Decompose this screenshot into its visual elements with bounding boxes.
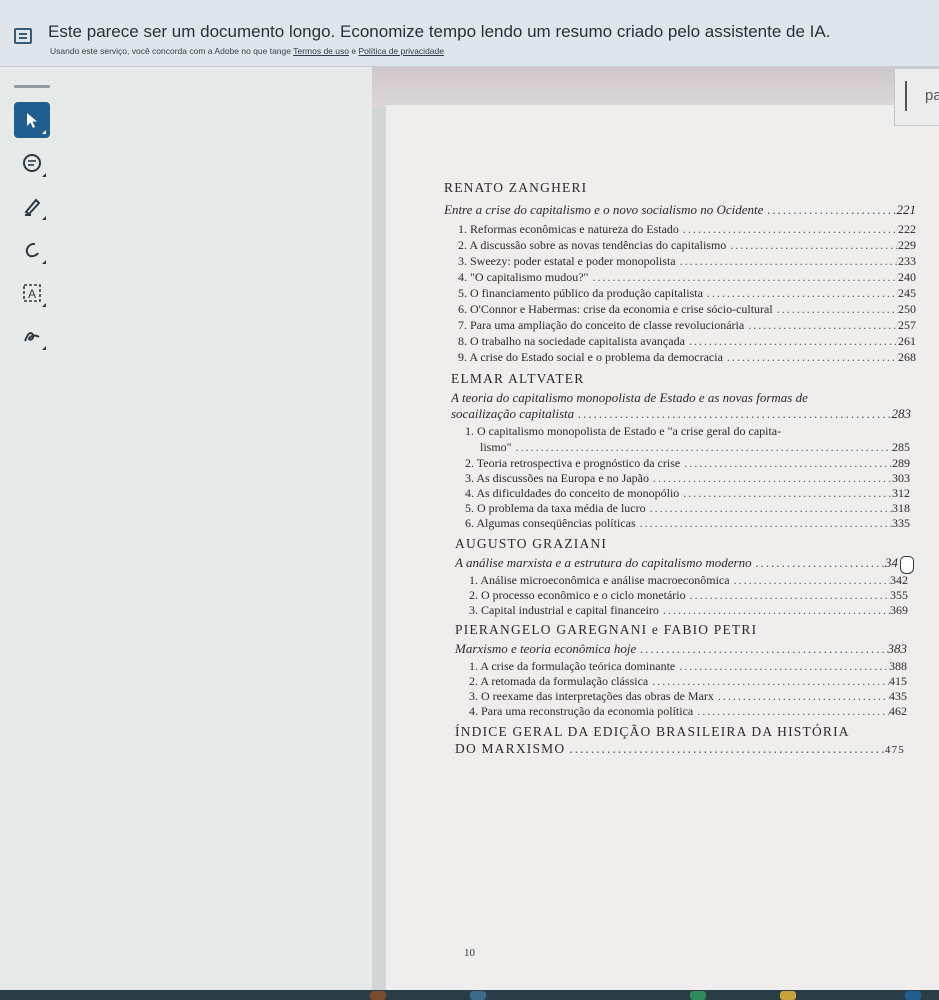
draw-tool-button[interactable] bbox=[14, 232, 50, 268]
select-arrow-icon bbox=[27, 113, 37, 128]
terms-link[interactable]: Termos de uso bbox=[293, 46, 349, 56]
toc-item: 2. Teoria retrospectiva e prognóstico da… bbox=[465, 456, 910, 471]
left-pane bbox=[0, 67, 372, 1000]
taskbar-app-icon[interactable] bbox=[690, 991, 706, 1000]
comment-tool-button[interactable] bbox=[14, 145, 50, 181]
hand-cursor-icon bbox=[900, 556, 914, 574]
taskbar-app-icon[interactable] bbox=[370, 991, 386, 1000]
toc-author: AUGUSTO GRAZIANI bbox=[455, 536, 608, 551]
side-panel-label: pa bbox=[925, 87, 939, 104]
draw-freehand-icon bbox=[25, 242, 39, 258]
sign-tool-button[interactable] bbox=[14, 318, 50, 354]
toc-essay: Entre a crise do capitalismo e o novo so… bbox=[444, 202, 916, 218]
toc-item: 1. Análise microeconômica e análise macr… bbox=[469, 573, 908, 588]
text-cursor-bar bbox=[905, 81, 907, 111]
toc-item: 6. Algumas conseqüências políticas335 bbox=[465, 516, 910, 531]
toc-essay: A teoria do capitalismo monopolista de E… bbox=[451, 390, 808, 405]
page-number: 10 bbox=[464, 947, 475, 959]
banner-disclaimer: Usando este serviço, você concorda com a… bbox=[50, 46, 444, 56]
toc-item: 5. O financiamento público da produção c… bbox=[458, 286, 916, 301]
toc-item: 6. O'Connor e Habermas: crise da economi… bbox=[458, 302, 916, 317]
comment-icon bbox=[23, 154, 41, 172]
toc-item: 4. "O capitalismo mudou?"240 bbox=[458, 270, 916, 285]
svg-text:A: A bbox=[28, 287, 36, 301]
toc-author: ELMAR ALTVATER bbox=[451, 371, 585, 386]
text-tool-button[interactable]: A bbox=[14, 275, 50, 311]
disclaimer-conj: e bbox=[351, 46, 357, 56]
toc-index-title: DO MARXISMO475 bbox=[455, 741, 905, 757]
toc-item: 3. Capital industrial e capital financei… bbox=[469, 603, 908, 618]
toc-item: 8. O trabalho na sociedade capitalista a… bbox=[458, 334, 916, 349]
toc-essay: socailização capitalista283 bbox=[451, 406, 911, 422]
ai-summary-banner: Este parece ser um documento longo. Econ… bbox=[0, 0, 939, 67]
select-tool-button[interactable] bbox=[14, 102, 50, 138]
toc-item: 1. A crise da formulação teórica dominan… bbox=[469, 659, 907, 674]
taskbar-app-icon[interactable] bbox=[905, 991, 921, 1000]
toc-item: 5. O problema da taxa média de lucro318 bbox=[465, 501, 910, 516]
toc-item: 3. Sweezy: poder estatal e poder monopol… bbox=[458, 254, 916, 269]
toc-item: 1. O capitalismo monopolista de Estado e… bbox=[465, 424, 782, 438]
highlight-pen-icon bbox=[24, 198, 41, 216]
toc-item: 2. A retomada da formulação clássica415 bbox=[469, 674, 907, 689]
toc-item: 4. As dificuldades do conceito de monopó… bbox=[465, 486, 910, 501]
toc-item: 3. O reexame das interpretações das obra… bbox=[469, 689, 907, 704]
toc-essay: A análise marxista e a estrutura do capi… bbox=[455, 555, 898, 571]
toc-item: lismo"285 bbox=[480, 440, 910, 455]
side-panel-tab[interactable]: pa bbox=[894, 68, 939, 126]
toc-item: 1. Reformas econômicas e natureza do Est… bbox=[458, 222, 916, 237]
toc-item: 3. As discussões na Europa e no Japão303 bbox=[465, 471, 910, 486]
toc-essay: Marxismo e teoria econômica hoje383 bbox=[455, 641, 907, 657]
signature-icon bbox=[24, 332, 40, 342]
toc-item: 4. Para uma reconstrução da economia pol… bbox=[469, 704, 907, 719]
text-select-icon: A bbox=[23, 284, 41, 302]
viewport-top-shade bbox=[372, 67, 939, 107]
ai-summary-icon bbox=[14, 28, 32, 44]
toc-index-title: ÍNDICE GERAL DA EDIÇÃO BRASILEIRA DA HIS… bbox=[455, 724, 850, 739]
toc-item: 2. A discussão sobre as novas tendências… bbox=[458, 238, 916, 253]
taskbar-app-icon[interactable] bbox=[780, 991, 796, 1000]
toc-item: 2. O processo econômico e o ciclo monetá… bbox=[469, 588, 908, 603]
toc-author: RENATO ZANGHERI bbox=[444, 180, 588, 195]
disclaimer-text: Usando este serviço, você concorda com a… bbox=[50, 46, 291, 56]
highlight-tool-button[interactable] bbox=[14, 188, 50, 224]
taskbar-app-icon[interactable] bbox=[470, 991, 486, 1000]
toc-item: 9. A crise do Estado social e o problema… bbox=[458, 350, 916, 365]
toc-author: PIERANGELO GAREGNANI e FABIO PETRI bbox=[455, 622, 758, 637]
privacy-link[interactable]: Política de privacidade bbox=[358, 46, 444, 56]
toc-item: 7. Para uma ampliação do conceito de cla… bbox=[458, 318, 916, 333]
rail-grip[interactable] bbox=[14, 85, 50, 88]
banner-title[interactable]: Este parece ser um documento longo. Econ… bbox=[48, 22, 830, 42]
